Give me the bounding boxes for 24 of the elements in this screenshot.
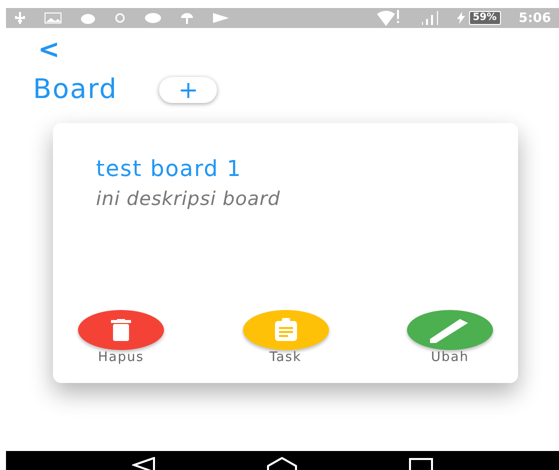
action-label: Task (269, 350, 302, 365)
recents-icon[interactable] (409, 458, 434, 470)
add-button[interactable]: + (159, 76, 218, 102)
lightning-icon (456, 12, 466, 24)
action-label: Ubah (431, 350, 469, 365)
back-button[interactable]: < (38, 36, 60, 64)
page-title: Board (33, 74, 118, 105)
delete-button[interactable] (78, 310, 164, 350)
clock-time: 5:06 (518, 10, 551, 26)
play-icon (212, 12, 230, 24)
bulb-icon (114, 12, 126, 24)
board-description: ini deskripsi board (96, 188, 282, 210)
image-icon (44, 12, 62, 24)
wifi-icon (376, 10, 400, 26)
usb-icon (14, 12, 26, 24)
back-nav-icon[interactable] (132, 456, 156, 470)
battery-level: 59% (468, 11, 501, 25)
action-label: Hapus (98, 350, 144, 365)
home-icon[interactable] (267, 456, 298, 470)
pencil-icon (430, 317, 470, 343)
edit-button[interactable] (407, 310, 493, 350)
clipboard-icon (274, 318, 298, 342)
board-title: test board 1 (96, 157, 243, 182)
trash-icon (111, 319, 131, 341)
